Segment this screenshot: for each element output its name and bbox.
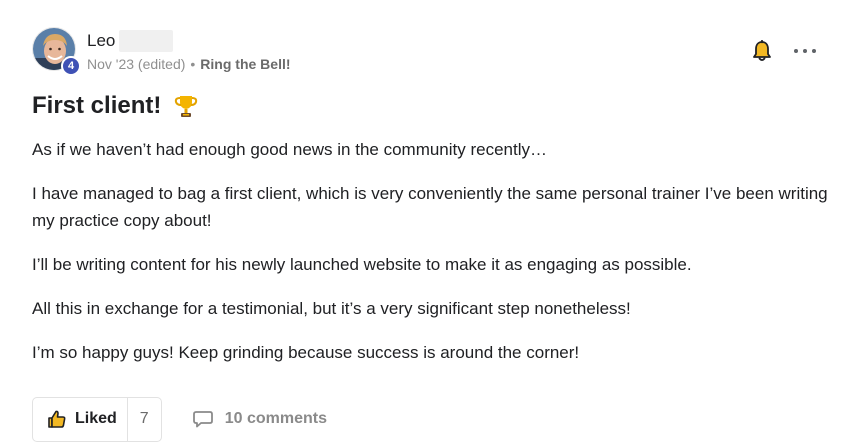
post-card: 4 Leo Nov '23 (edited) • Ring the Bell! … (0, 0, 863, 442)
post-paragraph: I have managed to bag a first client, wh… (32, 184, 828, 230)
more-dot (803, 49, 807, 53)
trophy-icon (173, 93, 199, 119)
post-header: 4 Leo Nov '23 (edited) • Ring the Bell! (32, 26, 832, 76)
redacted-surname (119, 30, 174, 52)
post-body: As if we haven’t had enough good news in… (32, 136, 832, 383)
post-actions: Liked 7 10 comments (32, 396, 327, 442)
author-name[interactable]: Leo (87, 31, 115, 51)
post-title-row: First client! (32, 92, 199, 120)
comment-icon (192, 411, 213, 428)
like-group: Liked 7 (32, 396, 162, 442)
post-meta: Nov '23 (edited) • Ring the Bell! (87, 56, 291, 72)
more-dot (794, 49, 798, 53)
thumbs-up-icon (48, 410, 66, 428)
notification-bell-button[interactable] (752, 39, 772, 62)
post-paragraph: All this in exchange for a testimonial, … (32, 299, 631, 318)
post-date: Nov '23 (edited) (87, 56, 186, 72)
post-paragraph: I’ll be writing content for his newly la… (32, 255, 692, 274)
comments-count-label: 10 comments (224, 410, 327, 427)
post-title: First client! (32, 92, 162, 119)
like-button[interactable]: Liked (33, 398, 127, 441)
post-paragraph: I’m so happy guys! Keep grinding because… (32, 343, 580, 362)
bell-icon (753, 39, 771, 61)
meta-separator: • (190, 56, 196, 72)
comments-button[interactable]: 10 comments (192, 409, 327, 429)
like-count[interactable]: 7 (126, 397, 161, 441)
post-paragraph: As if we haven’t had enough good news in… (32, 140, 548, 159)
author-avatar[interactable]: 4 (32, 27, 81, 76)
level-badge: 4 (61, 56, 81, 76)
author-line: Leo (87, 30, 174, 52)
like-label: Liked (75, 410, 117, 427)
category-link[interactable]: Ring the Bell! (200, 56, 290, 72)
more-dot (812, 49, 816, 53)
more-options-button[interactable] (794, 43, 816, 59)
